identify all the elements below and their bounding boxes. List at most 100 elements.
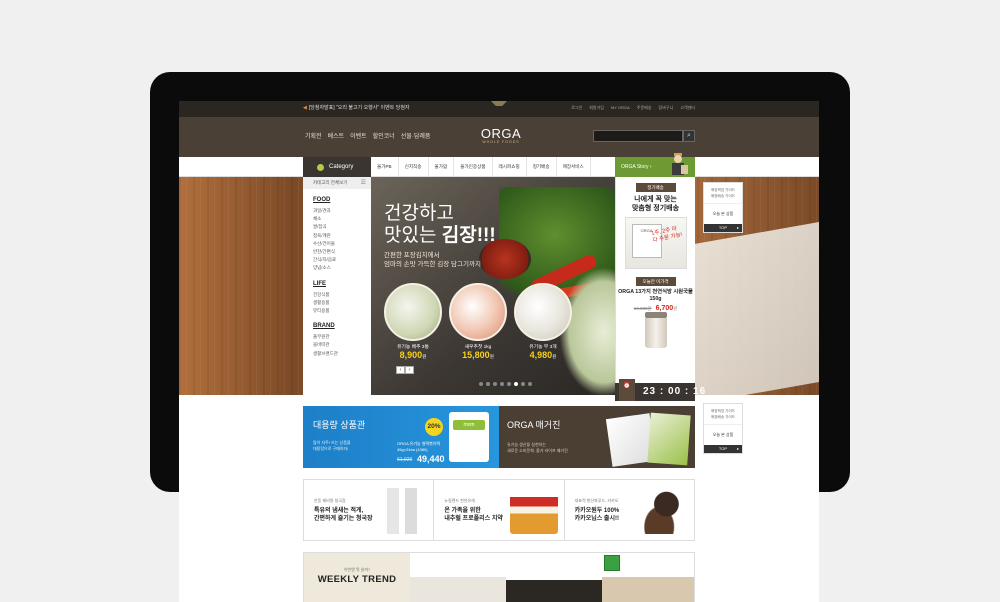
hero-copy: 건강하고 맛있는 김장!!! 간편한 포장김치에서 엄마의 손맛 가득한 김장 … xyxy=(384,203,496,269)
category-item[interactable]: 간식/차/음료 xyxy=(313,256,371,264)
price-unit: 원 xyxy=(673,306,678,311)
today-panel: 정기배송 나에게 꼭 맞는 맞춤형 정기배송 ORGA 1주, 2주 마다 주문 … xyxy=(615,177,695,395)
menu-item[interactable]: 매장서비스 xyxy=(557,157,591,177)
category-group-title[interactable]: BRAND xyxy=(313,323,371,329)
menu-item[interactable]: 올가인증상품 xyxy=(454,157,493,177)
slide-dot[interactable] xyxy=(507,382,511,386)
search-input[interactable] xyxy=(593,130,683,142)
category-group-food: FOOD 과일/견과 채소 쌀/잡곡 정육/계란 수산/건어물 반찬/간편식 간… xyxy=(303,189,371,273)
category-all-toggle[interactable]: 카테고리 전체보기 ☰ xyxy=(303,177,371,189)
bulk-product-text: ORGA 유기농 쌀떡볶이떡 45g×24ea (1080) xyxy=(397,441,440,452)
promo-title: 특유의 냄새는 적게, 간편하게 즐기는 청국장 xyxy=(314,507,373,523)
top-button[interactable]: TOP xyxy=(704,445,742,453)
promo-title: 온 가족을 위한 내추럴 프로폴리스 치약 xyxy=(444,507,503,523)
menu-item[interactable]: 신지직송 xyxy=(399,157,429,177)
deal-product-image[interactable] xyxy=(644,312,667,348)
gnb-item[interactable]: 기획전 xyxy=(305,131,322,140)
promo-card[interactable]: 대표적 항산화푸드, 카카오 카카오원두 100% 카카오닙스 출시!! xyxy=(565,480,694,540)
subscription-title-line: 나에게 꼭 맞는 xyxy=(634,196,677,203)
category-item[interactable]: 정육/계란 xyxy=(313,232,371,240)
slide-dot[interactable] xyxy=(521,382,525,386)
category-item[interactable]: 쌀/잡곡 xyxy=(313,223,371,231)
top-button[interactable]: TOP xyxy=(704,224,742,232)
category-item[interactable]: 채소 xyxy=(313,215,371,223)
promo-card[interactable]: 뉴질랜드 천연유래 온 가족을 위한 내추럴 프로폴리스 치약 xyxy=(434,480,565,540)
util-customer-center[interactable]: 고객센터 xyxy=(680,105,695,111)
promo-image xyxy=(379,488,428,534)
category-item[interactable]: 생활용품 xyxy=(313,299,371,307)
menu-item[interactable]: 올가PB xyxy=(371,157,399,177)
promo-card[interactable]: 안동 제비원 청국장 특유의 냄새는 적게, 간편하게 즐기는 청국장 xyxy=(304,480,435,540)
gnb-item[interactable]: 이벤트 xyxy=(350,131,367,140)
product-name: 유기농 배추 3통 xyxy=(397,345,429,350)
category-item[interactable]: 반찬/간편식 xyxy=(313,248,371,256)
util-cart[interactable]: 장바구니 xyxy=(659,105,674,111)
pickup-guide-link[interactable]: 매장픽업 가이드 매장배송 가이드 xyxy=(704,183,742,204)
hero-product[interactable]: 유기농 무 3개 4,980원 xyxy=(514,283,572,360)
logo-tagline: WHOLE FOODS xyxy=(482,140,520,144)
recently-viewed-button[interactable]: 오늘 본 상품 xyxy=(704,204,742,224)
hero-product[interactable]: 유기농 배추 3통 8,900원 xyxy=(384,283,442,360)
category-button[interactable]: Category xyxy=(303,157,371,177)
slide-dot[interactable] xyxy=(486,382,490,386)
trend-product-image[interactable] xyxy=(410,553,506,602)
util-my-orga[interactable]: MY ORGA xyxy=(611,105,630,111)
price-value: 4,980 xyxy=(529,350,553,360)
trend-product-image[interactable] xyxy=(506,553,602,602)
hero-sub1: 간편한 포장김치에서 xyxy=(384,252,440,259)
category-group-title[interactable]: LIFE xyxy=(313,281,371,287)
category-item[interactable]: 양념/소스 xyxy=(313,264,371,272)
slide-dot[interactable] xyxy=(500,382,504,386)
bulk-products-banner[interactable]: 대용량 상품관 많이 자주! 쓰는 상품을 대용량으로 구매하자! 20% mom… xyxy=(303,406,499,468)
hero-line2-bold: 김장!!! xyxy=(441,225,496,246)
slide-dot[interactable] xyxy=(528,382,532,386)
gnb-item[interactable]: 선물·답례품 xyxy=(401,131,431,140)
util-orders[interactable]: 주문배송 xyxy=(637,105,652,111)
price-unit: 원 xyxy=(489,354,494,359)
orga-story-button[interactable]: ORGA Story › xyxy=(615,153,695,177)
rice-cake-pack-image: mom xyxy=(449,412,489,462)
subscription-title[interactable]: 나에게 꼭 맞는 맞춤형 정기배송 xyxy=(616,195,695,213)
category-item[interactable]: 풀무원관 xyxy=(313,333,371,341)
gnb-item[interactable]: 할인코너 xyxy=(373,131,395,140)
category-item[interactable]: 뷰티용품 xyxy=(313,307,371,315)
quick-menu-top: 매장픽업 가이드 매장배송 가이드 오늘 본 상품 TOP xyxy=(703,182,743,233)
category-group-title[interactable]: FOOD xyxy=(313,197,371,203)
slide-dot[interactable] xyxy=(479,382,483,386)
utility-links: 로그인 회원가입 MY ORGA 주문배송 장바구니 고객센터 xyxy=(571,105,695,111)
notice-text[interactable]: [당첨자발표] "오리 불고기 오행사" 이벤트 당첨자 xyxy=(309,105,410,111)
category-item[interactable]: 올바따관 xyxy=(313,341,371,349)
site-logo[interactable]: ORGA WHOLE FOODS xyxy=(476,127,526,144)
countdown-timer: ⏰ 23 : 00 : 16 xyxy=(615,379,705,401)
util-login[interactable]: 로그인 xyxy=(571,105,582,111)
next-arrow-icon[interactable]: › xyxy=(405,366,414,374)
slide-dot[interactable] xyxy=(514,382,518,386)
util-join[interactable]: 회원가입 xyxy=(589,105,604,111)
menu-item[interactable]: 레시피쇼핑 xyxy=(493,157,527,177)
category-item[interactable]: 과일/견과 xyxy=(313,207,371,215)
hero-product[interactable]: 새우추젓 1kg 15,800원 xyxy=(449,283,507,360)
product-name: 새우추젓 1kg xyxy=(464,345,492,350)
category-item[interactable]: 건강식품 xyxy=(313,291,371,299)
magazine-banner[interactable]: ORGA 매거진 유기농 생산을 실천하는 새로운 소비문화, 올가 라이프 매거… xyxy=(499,406,695,468)
category-item[interactable]: 수산/건어물 xyxy=(313,240,371,248)
menu-item[interactable]: 올가맘 xyxy=(429,157,455,177)
menu-item[interactable]: 정기배송 xyxy=(527,157,557,177)
web-page: ◀ [당첨자발표] "오리 불고기 오행사" 이벤트 당첨자 로그인 회원가입 M… xyxy=(179,101,819,602)
prev-arrow-icon[interactable]: ‹ xyxy=(396,366,405,374)
recently-viewed-button[interactable]: 오늘 본 상품 xyxy=(704,425,742,445)
menu-bar: 올가PB 신지직송 올가맘 올가인증상품 레시피쇼핑 정기배송 매장서비스 xyxy=(371,157,591,177)
weekly-trend-sub: 이번엔 뭐 살까? xyxy=(343,567,371,572)
clock-icon: ⏰ xyxy=(619,379,635,401)
subscription-image[interactable]: ORGA 1주, 2주 마다 주문 가능! xyxy=(624,217,687,269)
pickup-guide-link[interactable]: 매장픽업 가이드 매장배송 가이드 xyxy=(704,404,742,425)
promo-title-line: 특유의 냄새는 적게, xyxy=(314,508,364,514)
search-icon[interactable]: ⌕ xyxy=(683,130,695,142)
slide-dot[interactable] xyxy=(493,382,497,386)
deal-title[interactable]: ORGA 13가지 천연식방 시원국물 150g xyxy=(616,289,695,303)
notice-ticker[interactable]: ◀ [당첨자발표] "오리 불고기 오행사" 이벤트 당첨자 xyxy=(303,104,410,111)
category-item[interactable]: 생활브랜드관 xyxy=(313,350,371,358)
gnb-item[interactable]: 베스트 xyxy=(328,131,345,140)
price-value: 15,800 xyxy=(462,350,490,360)
category-dot-icon xyxy=(317,163,324,171)
